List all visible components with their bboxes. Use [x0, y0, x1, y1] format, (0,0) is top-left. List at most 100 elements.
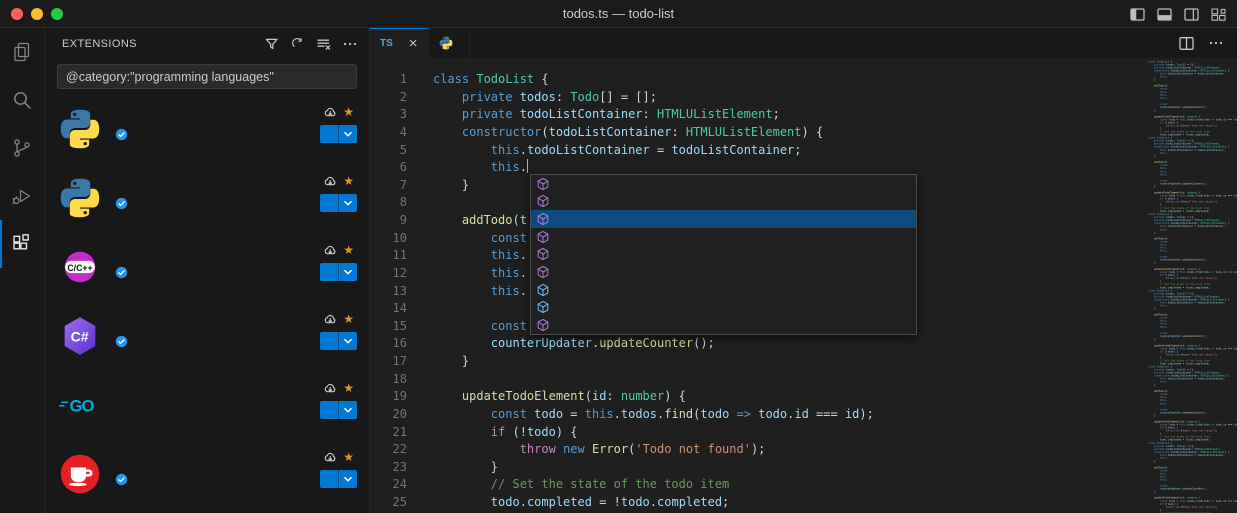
extension-item-pylance[interactable]: ★ — [45, 166, 369, 235]
install-dropdown-button[interactable] — [338, 401, 357, 419]
line-number: 18 — [370, 371, 407, 389]
extension-details: ★ — [115, 174, 357, 235]
verified-publisher-icon — [115, 197, 128, 210]
typescript-icon: TS — [380, 38, 393, 49]
extension-item-language-support-fo[interactable]: ★ — [45, 442, 369, 511]
code-line[interactable]: 19 updateTodoElement(id: number) { — [370, 388, 1237, 406]
intellisense-suggest-widget — [530, 174, 917, 335]
suggestion-todos[interactable] — [531, 298, 916, 316]
code-line[interactable]: 22 throw new Error('Todo not found'); — [370, 441, 1237, 459]
star-icon: ★ — [343, 312, 354, 326]
code-line[interactable]: 1 class TodoList { — [370, 71, 1237, 89]
extension-details: ★ — [115, 381, 357, 442]
install-dropdown-button[interactable] — [338, 125, 357, 143]
code-line[interactable]: 25 todo.completed = !todo.completed; — [370, 494, 1237, 512]
extension-stats: ★ — [317, 105, 357, 119]
activity-bar — [0, 28, 45, 513]
suggestion-loadTodos[interactable] — [531, 210, 916, 228]
verified-publisher-icon — [115, 473, 128, 486]
suggestion-saveTodos[interactable] — [531, 263, 916, 281]
extension-item-python[interactable]: ★ — [45, 97, 369, 166]
code-line[interactable]: 18 — [370, 371, 1237, 389]
suggestion-addTodo[interactable] — [531, 175, 916, 193]
minimap-content: class TodoList { private todos: Todo[] =… — [1148, 60, 1237, 513]
suggestion-removeTodos[interactable] — [531, 228, 916, 246]
activity-bar-item-explorer[interactable] — [0, 28, 44, 76]
toggle-primary-sidebar-icon[interactable] — [1129, 6, 1146, 23]
activity-bar-item-source-control[interactable] — [0, 124, 44, 172]
install-split-button — [320, 263, 357, 281]
code-line[interactable]: 2 private todos: Todo[] = []; — [370, 89, 1237, 107]
extension-stats: ★ — [317, 312, 357, 326]
suggestion-todoListContainer[interactable] — [531, 281, 916, 299]
install-dropdown-button[interactable] — [338, 332, 357, 350]
install-button[interactable] — [320, 401, 338, 419]
customize-layout-icon[interactable] — [1210, 6, 1227, 23]
toggle-secondary-sidebar-icon[interactable] — [1183, 6, 1200, 23]
refresh-button[interactable] — [289, 35, 307, 53]
editor-more-actions-button[interactable] — [1207, 34, 1225, 52]
suggestion-renderTodo[interactable] — [531, 246, 916, 264]
verified-publisher-icon — [115, 335, 128, 348]
extension-item-c[interactable]: C# ★ — [45, 304, 369, 373]
install-dropdown-button[interactable] — [338, 194, 357, 212]
code-line[interactable]: 23 } — [370, 459, 1237, 477]
text-cursor — [527, 159, 529, 173]
extension-item-c-c[interactable]: C/C++ ★ — [45, 235, 369, 304]
python-logo-icon — [59, 177, 101, 219]
symbol-field-icon — [535, 299, 551, 315]
activity-bar-item-extensions[interactable] — [0, 220, 44, 268]
svg-text:GO: GO — [70, 396, 95, 415]
install-button[interactable] — [320, 194, 338, 212]
code-line[interactable]: 21 if (!todo) { — [370, 424, 1237, 442]
install-button[interactable] — [320, 332, 338, 350]
more-actions-button[interactable] — [341, 35, 359, 53]
install-button[interactable] — [320, 263, 338, 281]
suggestion-createTodoElement[interactable] — [531, 193, 916, 211]
activity-bar-item-run-debug[interactable] — [0, 172, 44, 220]
code-line[interactable]: 17 } — [370, 353, 1237, 371]
extension-publisher — [115, 266, 132, 279]
code-line[interactable]: 16 counterUpdater.updateCounter(); — [370, 335, 1237, 353]
install-dropdown-button[interactable] — [338, 263, 357, 281]
star-icon: ★ — [343, 105, 354, 119]
line-number: 24 — [370, 476, 407, 494]
cpp-logo-icon: C/C++ — [59, 246, 101, 288]
install-button[interactable] — [320, 125, 338, 143]
filter-button[interactable] — [263, 35, 281, 53]
filter-icon — [263, 35, 281, 53]
svg-text:C/C++: C/C++ — [67, 263, 92, 273]
suggestion-updateTodoElement[interactable] — [531, 316, 916, 334]
split-editor-button[interactable] — [1178, 35, 1195, 52]
line-number: 10 — [370, 230, 407, 248]
tab-app-py[interactable] — [429, 28, 470, 58]
code-line[interactable]: 3 private todoListContainer: HTMLUListEl… — [370, 106, 1237, 124]
extensions-search-input[interactable] — [57, 64, 357, 89]
install-dropdown-button[interactable] — [338, 470, 357, 488]
close-tab-icon[interactable]: × — [409, 36, 418, 51]
code-line[interactable]: 20 const todo = this.todos.find(todo => … — [370, 406, 1237, 424]
editor-actions — [1178, 28, 1237, 58]
activity-bar-item-search[interactable] — [0, 76, 44, 124]
vscode-window: todos.ts — todo-list EXTENSIONS ★ — [0, 0, 1237, 513]
code-line[interactable]: 4 constructor(todoListContainer: HTMLULi… — [370, 124, 1237, 142]
line-number: 16 — [370, 335, 407, 353]
symbol-field-icon — [535, 282, 551, 298]
code-line[interactable]: 5 this.todoListContainer = todoListConta… — [370, 142, 1237, 160]
extension-item-go[interactable]: GO ★ — [45, 373, 369, 442]
split-editor-icon — [1178, 35, 1195, 52]
star-icon: ★ — [343, 450, 354, 464]
toggle-panel-icon[interactable] — [1156, 6, 1173, 23]
line-number: 2 — [370, 89, 407, 107]
symbol-method-icon — [535, 246, 551, 262]
run-debug-icon — [10, 184, 34, 208]
line-number: 1 — [370, 71, 407, 89]
clear-extensions-search-button[interactable] — [315, 35, 333, 53]
star-icon: ★ — [343, 243, 354, 257]
line-number: 23 — [370, 459, 407, 477]
tab-todos-ts[interactable]: TS × — [370, 28, 429, 58]
code-line[interactable]: 24 // Set the state of the todo item — [370, 476, 1237, 494]
install-button[interactable] — [320, 470, 338, 488]
minimap[interactable]: class TodoList { private todos: Todo[] =… — [1140, 58, 1237, 513]
line-number: 12 — [370, 265, 407, 283]
